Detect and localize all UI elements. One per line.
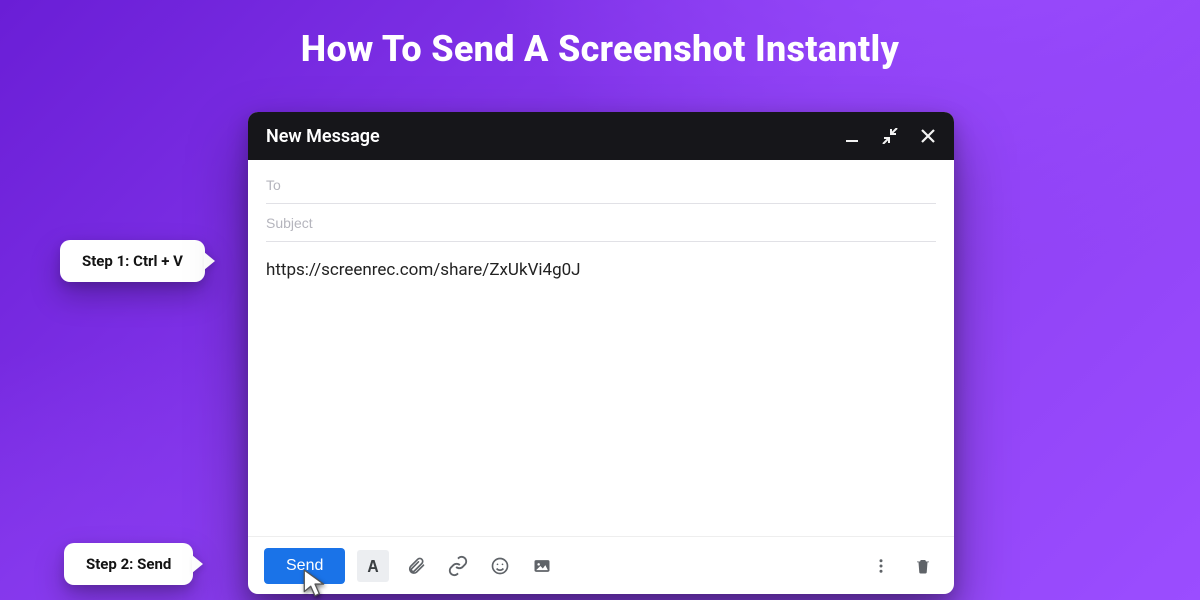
window-controls bbox=[842, 126, 938, 146]
minimize-icon[interactable] bbox=[842, 126, 862, 146]
link-icon[interactable] bbox=[443, 551, 473, 581]
more-options-icon[interactable] bbox=[866, 551, 896, 581]
insert-image-icon[interactable] bbox=[527, 551, 557, 581]
header-fields bbox=[248, 160, 954, 242]
close-icon[interactable] bbox=[918, 126, 938, 146]
send-button[interactable]: Send bbox=[264, 548, 345, 584]
window-title: New Message bbox=[266, 126, 842, 147]
formatting-icon[interactable] bbox=[357, 550, 389, 582]
step-2-callout: Step 2: Send bbox=[64, 543, 193, 585]
window-titlebar: New Message bbox=[248, 112, 954, 160]
to-field[interactable] bbox=[266, 177, 936, 193]
to-field-row bbox=[266, 166, 936, 204]
message-body[interactable]: https://screenrec.com/share/ZxUkVi4g0J bbox=[248, 242, 954, 536]
message-body-text: https://screenrec.com/share/ZxUkVi4g0J bbox=[266, 260, 581, 280]
attach-icon[interactable] bbox=[401, 551, 431, 581]
compose-toolbar: Send bbox=[248, 536, 954, 594]
exit-fullscreen-icon[interactable] bbox=[880, 126, 900, 146]
page-title: How To Send A Screenshot Instantly bbox=[0, 28, 1200, 70]
subject-field-row bbox=[266, 204, 936, 242]
step-1-label: Step 1: Ctrl + V bbox=[82, 252, 183, 270]
step-2-label: Step 2: Send bbox=[86, 555, 171, 573]
emoji-icon[interactable] bbox=[485, 551, 515, 581]
compose-window: New Message https://screenrec.com/shar bbox=[248, 112, 954, 594]
subject-field[interactable] bbox=[266, 215, 936, 231]
discard-icon[interactable] bbox=[908, 551, 938, 581]
step-1-callout: Step 1: Ctrl + V bbox=[60, 240, 205, 282]
